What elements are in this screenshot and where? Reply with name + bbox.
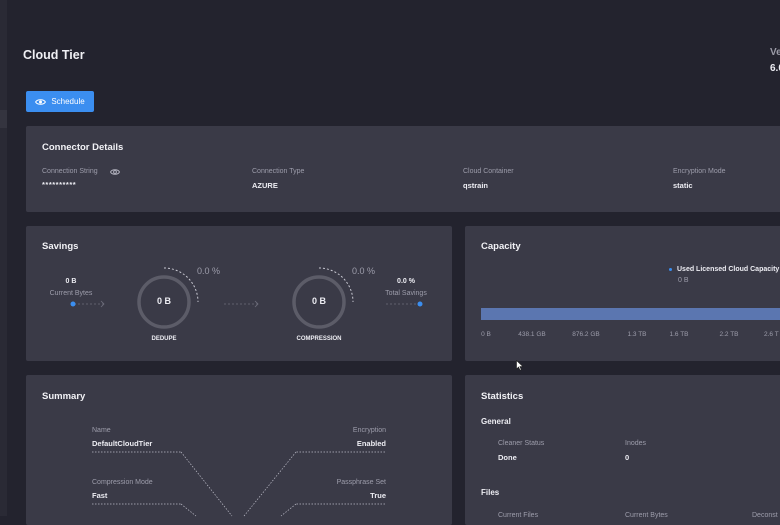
compression-mode-value: Fast bbox=[92, 491, 108, 500]
inodes-value: 0 bbox=[625, 453, 630, 462]
left-nav-strip bbox=[0, 0, 7, 516]
encryption-label: Encryption bbox=[352, 427, 386, 434]
version-label: Ve bbox=[770, 47, 780, 58]
inodes-label: Inodes bbox=[625, 440, 647, 447]
files-section-title: Files bbox=[481, 488, 500, 497]
cloud-container-value: qstrain bbox=[463, 181, 489, 190]
summary-connector-lines bbox=[92, 451, 385, 517]
version-value: 6.0 bbox=[770, 63, 780, 74]
connection-type-label: Connection Type bbox=[252, 168, 305, 175]
current-bytes-value: 0 B bbox=[65, 278, 77, 285]
cleaner-status-value: Done bbox=[498, 453, 517, 462]
dedupe-value: 0 B bbox=[156, 296, 172, 306]
compression-label: COMPRESSION bbox=[296, 336, 342, 342]
statistics-panel: Statistics General Cleaner Status Done I… bbox=[465, 375, 780, 525]
statistics-title: Statistics bbox=[481, 391, 524, 402]
connector-details-title: Connector Details bbox=[42, 142, 124, 153]
page-title: Cloud Tier bbox=[23, 48, 85, 62]
capacity-legend-label: Used Licensed Cloud Capacity bbox=[677, 266, 780, 273]
capacity-panel: Capacity Used Licensed Cloud Capacity 0 … bbox=[465, 226, 780, 361]
passphrase-set-label: Passphrase Set bbox=[336, 479, 386, 486]
encryption-mode-label: Encryption Mode bbox=[673, 168, 726, 175]
current-bytes-dot bbox=[70, 301, 76, 307]
current-bytes-label: Current Bytes bbox=[49, 290, 93, 297]
compression-value: 0 B bbox=[311, 296, 327, 306]
compression-percent: 0.0 % bbox=[352, 266, 376, 276]
capacity-tick-1: 438.1 GB bbox=[518, 331, 546, 338]
capacity-tick-3: 1.3 TB bbox=[627, 331, 647, 338]
eye-icon bbox=[35, 98, 47, 105]
connector-details-panel: Connector Details Connection String ****… bbox=[26, 126, 780, 212]
capacity-tick-0: 0 B bbox=[481, 331, 491, 338]
left-nav-marker[interactable] bbox=[0, 110, 7, 128]
dedupe-label: DEDUPE bbox=[151, 336, 177, 342]
connection-string-label: Connection String bbox=[42, 168, 98, 175]
total-savings-value: 0.0 % bbox=[397, 278, 415, 285]
savings-panel: Savings 0 B Current Bytes 0 B 0.0 % DEDU… bbox=[26, 226, 452, 361]
name-label: Name bbox=[92, 427, 111, 434]
general-section-title: General bbox=[481, 417, 511, 426]
encryption-mode-value: static bbox=[673, 181, 693, 190]
connection-string-value: ********** bbox=[42, 180, 77, 189]
capacity-tick-4: 1.6 TB bbox=[669, 331, 689, 338]
compression-mode-label: Compression Mode bbox=[92, 479, 153, 486]
summary-panel: Summary Name DefaultCloudTier Encryption… bbox=[26, 375, 452, 525]
legend-dot bbox=[669, 268, 672, 271]
capacity-tick-5: 2.2 TB bbox=[719, 331, 739, 338]
cloud-container-label: Cloud Container bbox=[463, 168, 514, 175]
connection-type-value: AZURE bbox=[252, 181, 278, 190]
mouse-cursor-icon bbox=[516, 360, 524, 371]
total-savings-dot bbox=[417, 301, 423, 307]
name-value: DefaultCloudTier bbox=[92, 439, 153, 448]
total-savings-label: Total Savings bbox=[385, 290, 427, 297]
show-password-eye-icon[interactable] bbox=[110, 168, 120, 176]
schedule-button[interactable]: Schedule bbox=[26, 91, 94, 112]
cleaner-status-label: Cleaner Status bbox=[498, 440, 545, 447]
passphrase-set-value: True bbox=[370, 491, 386, 500]
capacity-tick-2: 876.2 GB bbox=[572, 331, 600, 338]
capacity-bar-track bbox=[481, 308, 780, 320]
capacity-title: Capacity bbox=[481, 241, 521, 252]
schedule-button-label: Schedule bbox=[51, 97, 85, 106]
dedupe-percent: 0.0 % bbox=[197, 266, 221, 276]
encryption-value: Enabled bbox=[356, 439, 386, 448]
capacity-legend-value: 0 B bbox=[678, 277, 689, 284]
capacity-tick-6: 2.6 T bbox=[764, 331, 779, 338]
